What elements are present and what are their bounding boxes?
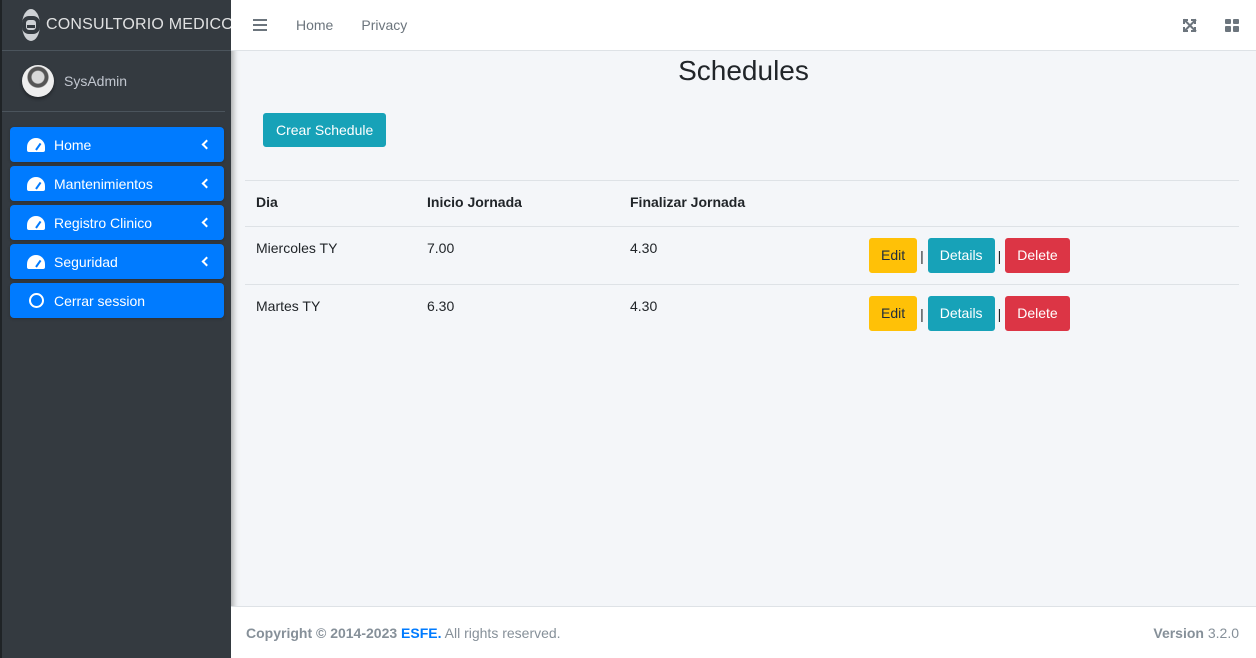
create-schedule-button[interactable]: Crear Schedule (263, 113, 387, 147)
cell-fin: 4.30 (619, 284, 858, 343)
main-footer: Copyright © 2014-2023 ESFE. All rights r… (231, 606, 1256, 658)
content-wrapper: Schedules Crear Schedule Dia Inicio Jorn… (231, 51, 1256, 606)
details-button[interactable]: Details (927, 296, 995, 331)
version-label: Version (1153, 624, 1204, 641)
action-separator: | (920, 305, 924, 322)
chevron-left-icon (201, 256, 212, 267)
column-header-actions (858, 180, 1239, 227)
version-value: 3.2.0 (1207, 624, 1239, 641)
navbar-right (1183, 18, 1239, 32)
brand-link[interactable]: CONSULTORIO MEDICO (2, 0, 234, 51)
avatar (22, 65, 54, 97)
copyright-text: Copyright © 2014-2023 (246, 624, 398, 641)
column-header-dia: Dia (245, 180, 416, 227)
delete-button[interactable]: Delete (1005, 238, 1070, 273)
chevron-left-icon (201, 217, 212, 228)
footer-org-link[interactable]: ESFE. (401, 625, 441, 641)
action-separator: | (997, 247, 1002, 264)
fullscreen-icon[interactable] (1183, 18, 1196, 32)
edit-button[interactable]: Edit (869, 238, 918, 273)
cell-actions: Edit | Details | Delete (858, 226, 1239, 285)
page-title: Schedules (678, 55, 809, 86)
circle-icon (26, 293, 46, 308)
sidebar-item-label: Mantenimientos (54, 175, 153, 192)
sidebar-item-registro-clinico[interactable]: Registro Clinico (10, 205, 224, 240)
tachometer-icon (26, 137, 46, 152)
top-navbar: Home Privacy (231, 0, 1256, 51)
tachometer-icon (26, 215, 46, 230)
cell-dia: Martes TY (245, 284, 416, 343)
table-row: Martes TY 6.30 4.30 Edit | Details | Delete (245, 284, 1239, 343)
cell-inicio: 7.00 (416, 226, 619, 285)
edit-button[interactable]: Edit (869, 296, 918, 331)
brand-title: CONSULTORIO MEDICO (46, 16, 234, 33)
sidebar-nav: Home Mantenimientos Registro Clinico Seg… (2, 112, 231, 318)
sidebar-item-label: Seguridad (54, 253, 118, 270)
tachometer-icon (26, 254, 46, 269)
action-separator: | (997, 305, 1002, 322)
control-sidebar-icon[interactable] (1225, 18, 1239, 32)
action-separator: | (920, 247, 924, 264)
tachometer-icon (26, 176, 46, 191)
delete-button[interactable]: Delete (1005, 296, 1070, 331)
chevron-left-icon (201, 139, 212, 150)
table-row: Miercoles TY 7.00 4.30 Edit | Details | Dele… (245, 226, 1239, 285)
schedules-table: Dia Inicio Jornada Finalizar Jornada Mie… (245, 180, 1239, 343)
chevron-left-icon (201, 178, 212, 189)
sidebar-item-cerrar-session[interactable]: Cerrar session (10, 283, 224, 318)
menu-toggle-icon[interactable] (253, 19, 267, 31)
column-header-inicio: Inicio Jornada (416, 180, 619, 227)
sidebar-item-label: Cerrar session (54, 292, 146, 309)
main-sidebar: CONSULTORIO MEDICO SysAdmin Home Manteni… (0, 0, 234, 658)
sidebar-item-mantenimientos[interactable]: Mantenimientos (10, 166, 224, 201)
user-panel: SysAdmin (2, 51, 225, 112)
cell-inicio: 6.30 (416, 284, 619, 343)
cell-dia: Miercoles TY (245, 226, 416, 285)
sidebar-item-label: Home (54, 136, 92, 153)
brand-logo-icon (22, 9, 40, 41)
table-header-row: Dia Inicio Jornada Finalizar Jornada (245, 180, 1239, 227)
sidebar-item-seguridad[interactable]: Seguridad (10, 244, 224, 279)
column-header-fin: Finalizar Jornada (619, 180, 858, 227)
nav-link-home[interactable]: Home (296, 17, 333, 33)
rights-text: All rights reserved. (444, 624, 561, 641)
sidebar-item-label: Registro Clinico (54, 214, 153, 231)
cell-actions: Edit | Details | Delete (858, 284, 1239, 343)
cell-fin: 4.30 (619, 226, 858, 285)
sidebar-item-home[interactable]: Home (10, 127, 224, 162)
user-name[interactable]: SysAdmin (64, 73, 127, 89)
nav-link-privacy[interactable]: Privacy (361, 17, 407, 33)
footer-copyright: Copyright © 2014-2023 ESFE. All rights r… (246, 625, 561, 641)
footer-version: Version 3.2.0 (1153, 625, 1239, 641)
details-button[interactable]: Details (927, 238, 995, 273)
